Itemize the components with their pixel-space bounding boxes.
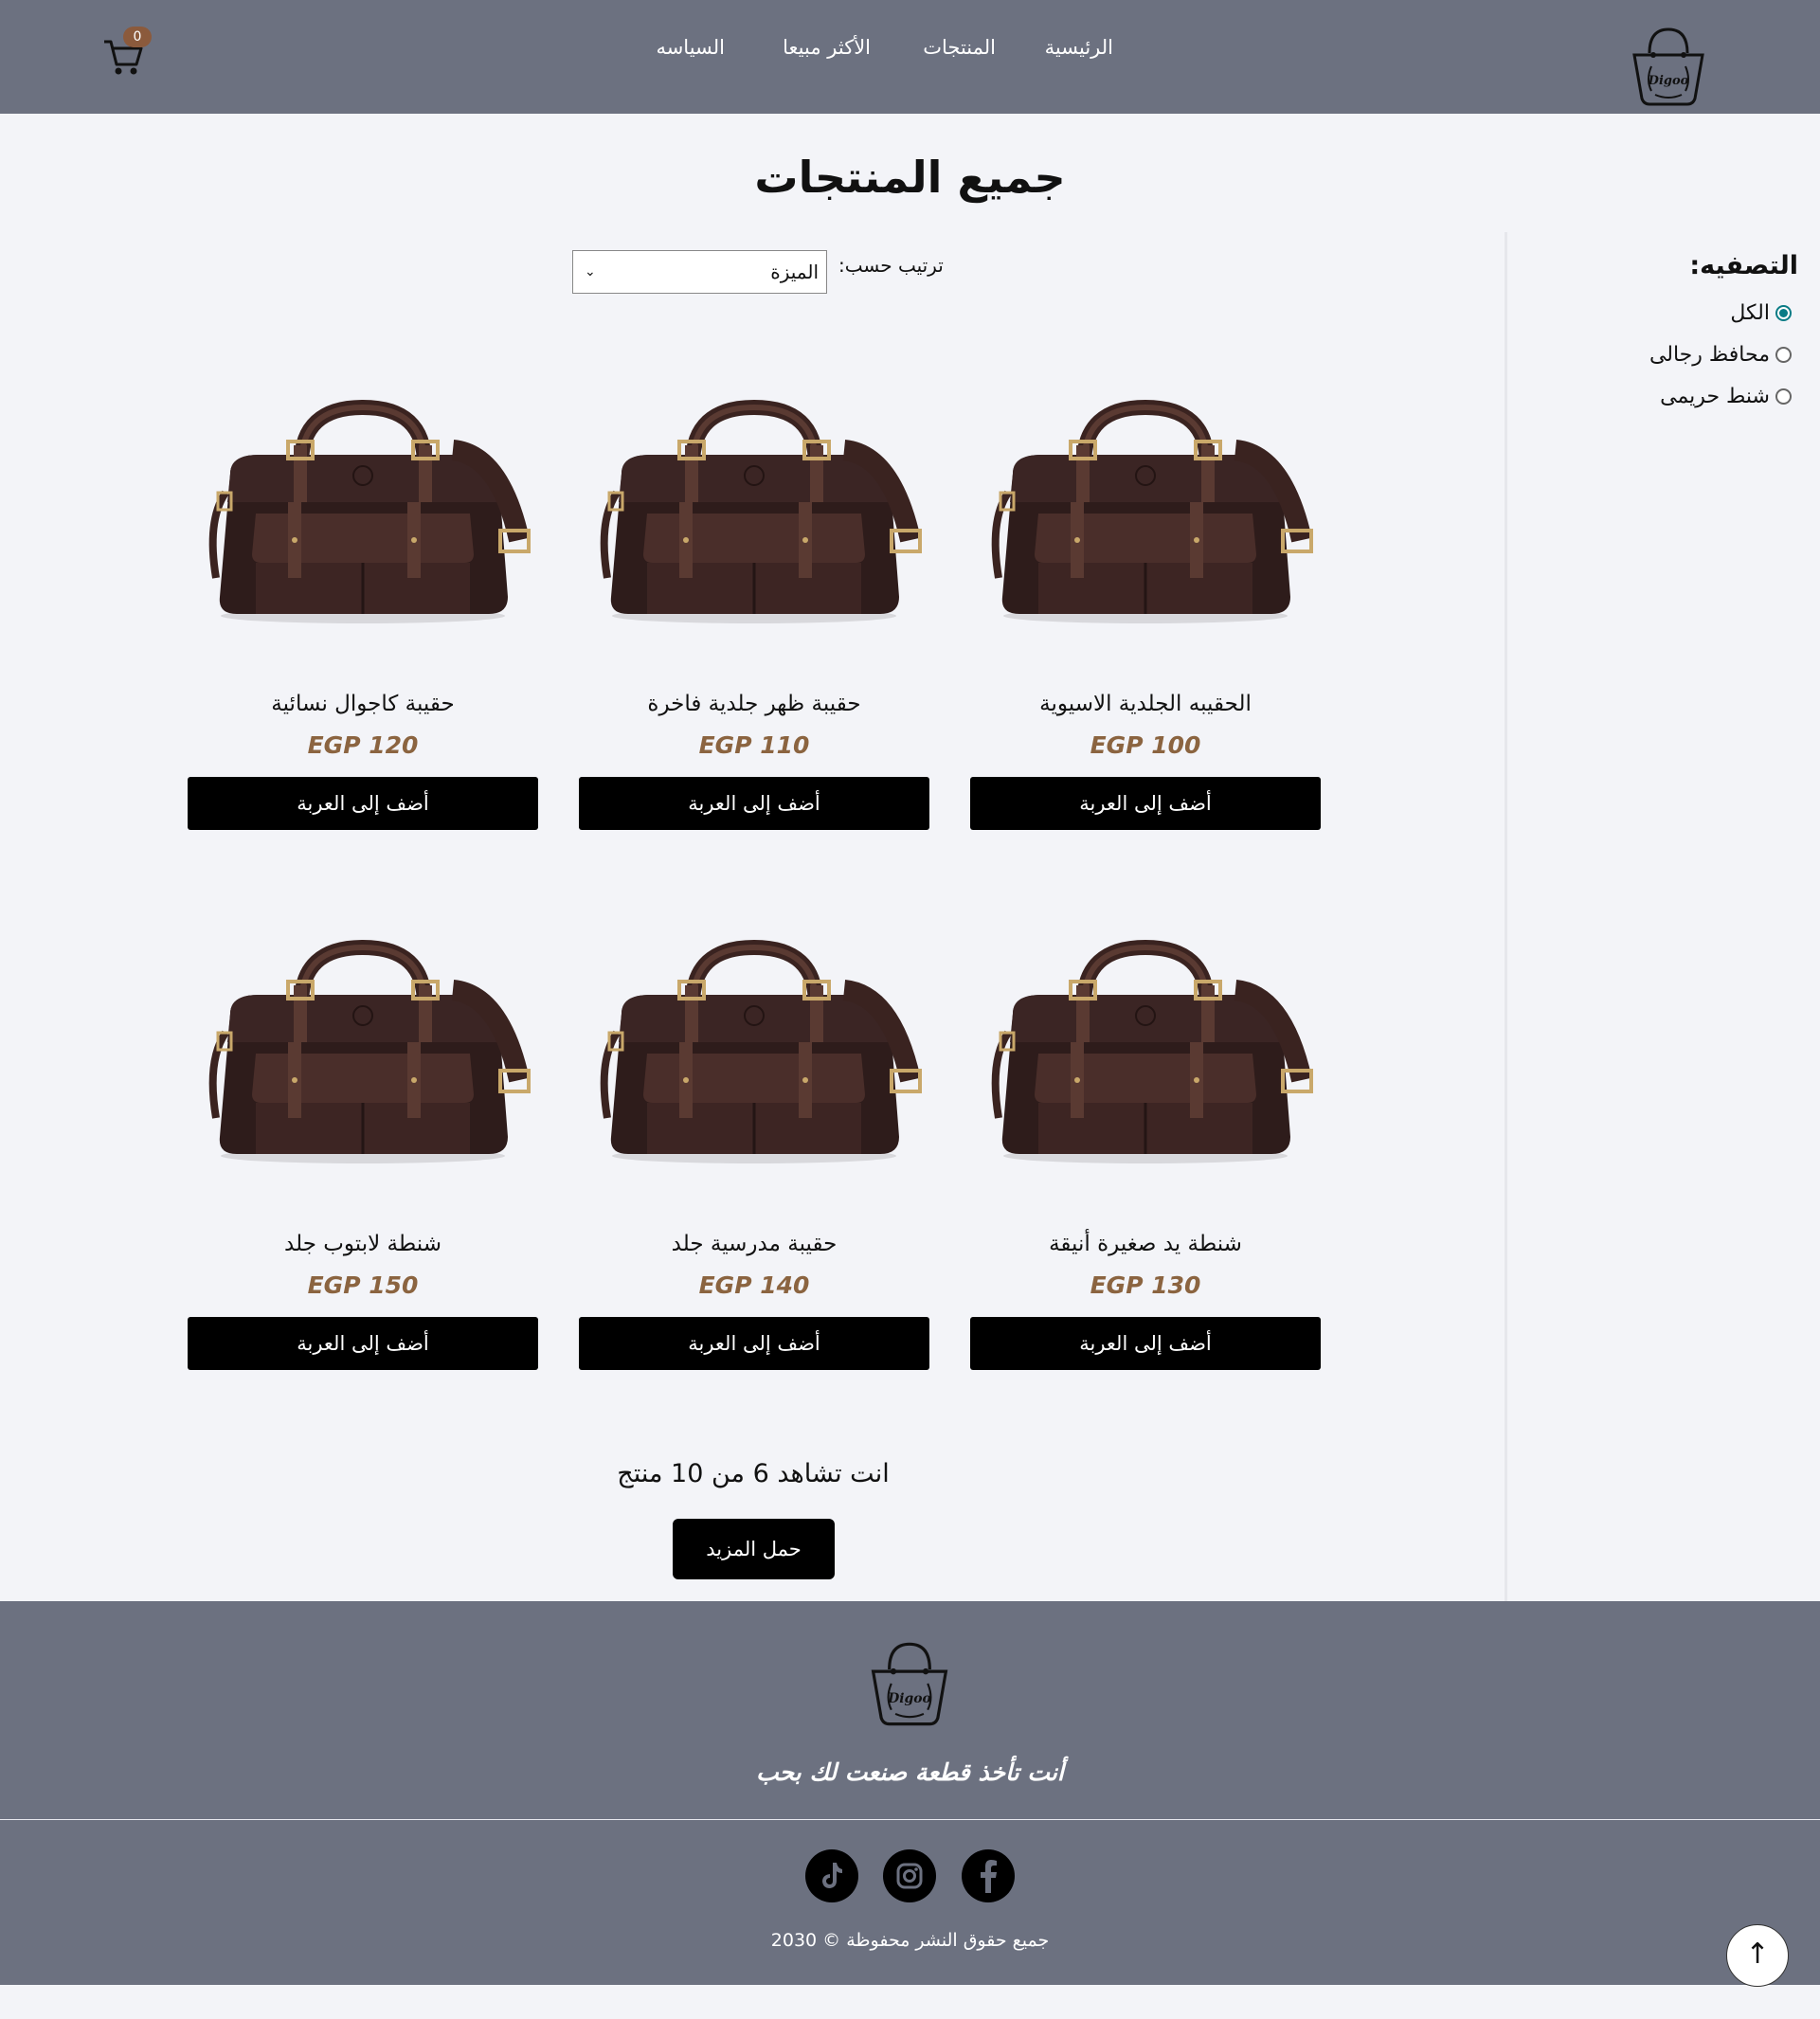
sort-label: ترتيب حسب: bbox=[838, 254, 944, 277]
logo-text: Digoo bbox=[1648, 74, 1689, 88]
cart-count-badge: 0 bbox=[123, 27, 152, 47]
product-image[interactable] bbox=[188, 360, 538, 663]
product-card: حقيبة مدرسية جلد EGP 140 أضف إلى العربة bbox=[579, 900, 929, 1402]
product-price: EGP 110 bbox=[698, 731, 810, 759]
nav-policy[interactable]: السياسه bbox=[656, 36, 725, 59]
product-price: EGP 120 bbox=[307, 731, 419, 759]
product-image[interactable] bbox=[188, 900, 538, 1203]
footer-divider bbox=[0, 1819, 1820, 1820]
filter-title: التصفيه: bbox=[1689, 251, 1798, 280]
filter-label: الكل bbox=[1730, 300, 1770, 325]
footer-tagline: أنت تأخذ قطعة صنعت لك بحب bbox=[756, 1758, 1064, 1786]
product-image[interactable] bbox=[579, 900, 929, 1203]
add-to-cart-button[interactable]: أضف إلى العربة bbox=[579, 777, 929, 830]
product-image[interactable] bbox=[579, 360, 929, 663]
chevron-down-icon: ⌄ bbox=[585, 264, 596, 279]
product-card: شنطة لابتوب جلد EGP 150 أضف إلى العربة bbox=[188, 900, 538, 1402]
radio-men-wallets[interactable] bbox=[1775, 346, 1792, 363]
load-more-button[interactable]: حمل المزيد bbox=[673, 1519, 835, 1579]
sort-selected-value: الميزة bbox=[770, 261, 819, 283]
add-to-cart-button[interactable]: أضف إلى العربة bbox=[579, 1317, 929, 1370]
product-name[interactable]: الحقيبه الجلدية الاسيوية bbox=[970, 692, 1321, 716]
nav-products[interactable]: المنتجات bbox=[923, 36, 996, 59]
product-image[interactable] bbox=[970, 360, 1321, 663]
product-price: EGP 100 bbox=[1090, 731, 1201, 759]
copyright-text: جميع حقوق النشر محفوظة © 2030 bbox=[770, 1930, 1050, 1951]
product-name[interactable]: حقيبة مدرسية جلد bbox=[579, 1232, 929, 1256]
add-to-cart-button[interactable]: أضف إلى العربة bbox=[970, 1317, 1321, 1370]
nav-best-sellers[interactable]: الأكثر مبيعا bbox=[783, 36, 871, 59]
product-name[interactable]: شنطة لابتوب جلد bbox=[188, 1232, 538, 1256]
product-price: EGP 150 bbox=[307, 1271, 419, 1299]
add-to-cart-button[interactable]: أضف إلى العربة bbox=[970, 777, 1321, 830]
products-count-text: انت تشاهد 6 من 10 منتج bbox=[617, 1459, 890, 1488]
page-title: جميع المنتجات bbox=[754, 152, 1066, 203]
main-nav: الرئيسية المنتجات الأكثر مبيعا السياسه bbox=[0, 36, 1820, 64]
product-card: حقيبة ظهر جلدية فاخرة EGP 110 أضف إلى ال… bbox=[579, 360, 929, 862]
product-price: EGP 140 bbox=[698, 1271, 810, 1299]
filter-option-women-bags[interactable]: شنط حريمى bbox=[1660, 381, 1792, 411]
add-to-cart-button[interactable]: أضف إلى العربة bbox=[188, 777, 538, 830]
add-to-cart-button[interactable]: أضف إلى العربة bbox=[188, 1317, 538, 1370]
radio-all[interactable] bbox=[1775, 304, 1792, 321]
nav-home[interactable]: الرئيسية bbox=[1045, 36, 1113, 59]
product-card: حقيبة كاجوال نسائية EGP 120 أضف إلى العر… bbox=[188, 360, 538, 862]
facebook-icon[interactable] bbox=[962, 1849, 1015, 1902]
filter-option-all[interactable]: الكل bbox=[1730, 297, 1792, 328]
sort-select[interactable]: الميزة ⌄ bbox=[572, 250, 827, 294]
instagram-icon[interactable] bbox=[883, 1849, 936, 1902]
product-name[interactable]: حقيبة ظهر جلدية فاخرة bbox=[579, 692, 929, 716]
product-image[interactable] bbox=[970, 900, 1321, 1203]
product-name[interactable]: حقيبة كاجوال نسائية bbox=[188, 692, 538, 716]
product-card: الحقيبه الجلدية الاسيوية EGP 100 أضف إلى… bbox=[970, 360, 1321, 862]
radio-women-bags[interactable] bbox=[1775, 388, 1792, 405]
footer-logo[interactable]: Digoo bbox=[864, 1639, 955, 1730]
filter-label: شنط حريمى bbox=[1660, 384, 1770, 408]
filter-label: محافظ رجالى bbox=[1649, 342, 1770, 367]
tiktok-icon[interactable] bbox=[805, 1849, 858, 1902]
product-name[interactable]: شنطة يد صغيرة أنيقة bbox=[970, 1232, 1321, 1256]
scroll-to-top-button[interactable]: ↑ bbox=[1726, 1924, 1789, 1987]
sidebar-divider bbox=[1505, 232, 1507, 1601]
product-price: EGP 130 bbox=[1090, 1271, 1201, 1299]
product-card: شنطة يد صغيرة أنيقة EGP 130 أضف إلى العر… bbox=[970, 900, 1321, 1402]
filter-option-men-wallets[interactable]: محافظ رجالى bbox=[1649, 339, 1792, 370]
site-footer: Digoo أنت تأخذ قطعة صنعت لك بحب جميع حقو… bbox=[0, 1601, 1820, 1985]
site-header: Digoo الرئيسية المنتجات الأكثر مبيعا الس… bbox=[0, 0, 1820, 114]
footer-logo-text: Digoo bbox=[887, 1691, 930, 1706]
